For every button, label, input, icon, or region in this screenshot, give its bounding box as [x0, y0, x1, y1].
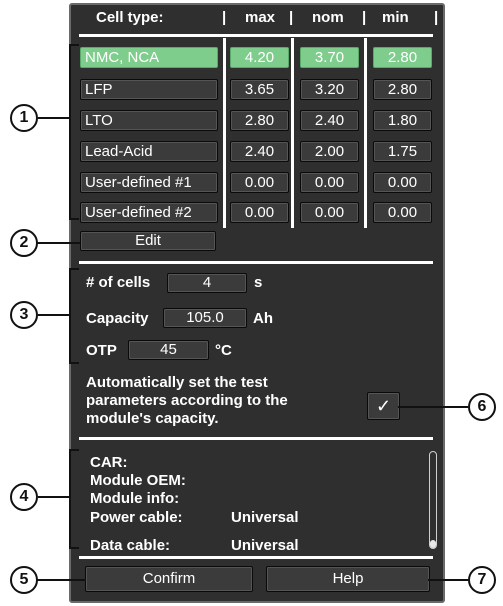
callout-7: 7 [468, 566, 496, 594]
nom-voltage-field[interactable]: 0.00 [300, 202, 359, 223]
nom-voltage-field[interactable]: 0.00 [300, 172, 359, 193]
bracket-4 [69, 449, 79, 451]
scrollbar-thumb[interactable] [430, 540, 436, 548]
leader-line-5 [36, 579, 86, 581]
cells-unit: s [254, 274, 263, 291]
header-nom: nom [312, 9, 344, 26]
bracket-1 [69, 44, 71, 220]
header-separator: | [434, 9, 439, 26]
otp-unit: °C [215, 342, 232, 359]
bracket-1 [69, 218, 79, 220]
cell-type-option-user-1[interactable]: User-defined #1 [80, 172, 218, 193]
checkmark-icon: ✓ [375, 396, 392, 416]
cell-type-option-lto[interactable]: LTO [80, 110, 218, 131]
data-cable-value: Universal [231, 537, 299, 553]
header-separator: | [289, 9, 294, 26]
power-cable-value: Universal [231, 509, 299, 526]
leader-line-2 [36, 242, 80, 244]
bracket-4 [69, 449, 71, 549]
min-voltage-field[interactable]: 0.00 [373, 202, 432, 223]
bracket-3 [69, 268, 79, 270]
callout-5: 5 [10, 566, 38, 594]
leader-line-6 [398, 406, 468, 408]
callout-6: 6 [468, 393, 496, 421]
leader-line-4 [38, 496, 70, 498]
help-button[interactable]: Help [266, 566, 430, 592]
cell-type-option-lfp[interactable]: LFP [80, 79, 218, 100]
divider [79, 34, 433, 37]
capacity-unit: Ah [253, 310, 273, 327]
otp-input[interactable]: 45 [128, 340, 209, 360]
header-cell-type: Cell type: [96, 9, 164, 26]
nom-voltage-field[interactable]: 2.40 [300, 110, 359, 131]
capacity-label: Capacity [86, 310, 149, 327]
car-label: CAR: [90, 454, 128, 471]
leader-line-3 [38, 314, 70, 316]
nom-voltage-field[interactable]: 3.20 [300, 79, 359, 100]
bracket-3 [69, 268, 71, 364]
divider [79, 556, 433, 559]
min-voltage-field[interactable]: 1.80 [373, 110, 432, 131]
divider [79, 437, 433, 440]
module-info-area: CAR: Module OEM: Module info: Power cabl… [82, 445, 427, 553]
callout-3: 3 [10, 301, 38, 329]
max-voltage-field[interactable]: 2.80 [230, 110, 289, 131]
callout-1: 1 [10, 104, 38, 132]
column-divider [291, 38, 294, 228]
confirm-button[interactable]: Confirm [85, 566, 253, 592]
bracket-4 [69, 547, 79, 549]
header-separator: | [222, 9, 227, 26]
min-voltage-field[interactable]: 2.80 [373, 79, 432, 100]
cell-type-option-nmc[interactable]: NMC, NCA [80, 47, 218, 68]
data-cable-label: Data cable: [90, 537, 171, 553]
nom-voltage-field[interactable]: 3.70 [300, 47, 359, 68]
divider [79, 261, 433, 264]
max-voltage-field[interactable]: 0.00 [230, 172, 289, 193]
header-min: min [382, 9, 409, 26]
max-voltage-field[interactable]: 3.65 [230, 79, 289, 100]
min-voltage-field[interactable]: 1.75 [373, 141, 432, 162]
min-voltage-field[interactable]: 2.80 [373, 47, 432, 68]
auto-set-checkbox[interactable]: ✓ [367, 392, 400, 420]
max-voltage-field[interactable]: 4.20 [230, 47, 289, 68]
leader-line-7 [428, 579, 468, 581]
cell-type-option-user-2[interactable]: User-defined #2 [80, 202, 218, 223]
cells-count-input[interactable]: 4 [167, 273, 247, 293]
nom-voltage-field[interactable]: 2.00 [300, 141, 359, 162]
callout-4: 4 [10, 483, 38, 511]
max-voltage-field[interactable]: 0.00 [230, 202, 289, 223]
column-divider [223, 38, 226, 228]
power-cable-label: Power cable: [90, 509, 183, 526]
scrollbar[interactable] [429, 451, 437, 549]
bracket-3 [69, 362, 79, 364]
edit-button[interactable]: Edit [80, 231, 216, 251]
column-divider [364, 38, 367, 228]
max-voltage-field[interactable]: 2.40 [230, 141, 289, 162]
header-separator: | [362, 9, 367, 26]
header-max: max [245, 9, 276, 26]
otp-label: OTP [86, 342, 117, 359]
leader-line-1 [38, 117, 70, 119]
callout-2: 2 [10, 229, 38, 257]
cell-type-option-lead-acid[interactable]: Lead-Acid [80, 141, 218, 162]
module-info-label: Module info: [90, 490, 180, 507]
capacity-input[interactable]: 105.0 [163, 308, 247, 328]
module-oem-label: Module OEM: [90, 472, 186, 489]
min-voltage-field[interactable]: 0.00 [373, 172, 432, 193]
auto-set-description: Automatically set the test parameters ac… [86, 374, 288, 427]
cells-count-label: # of cells [86, 274, 151, 291]
bracket-1 [69, 44, 79, 46]
